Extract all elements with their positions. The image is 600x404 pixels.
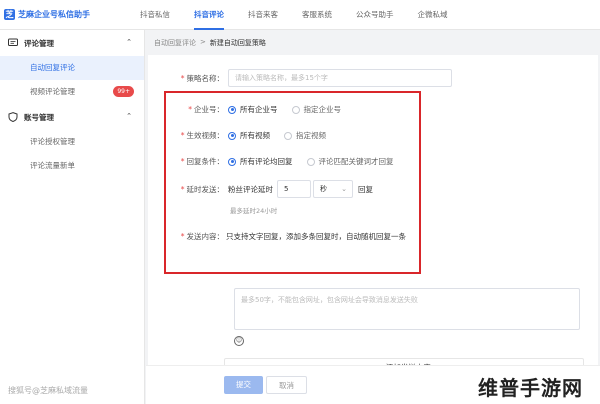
chevron-down-icon: ⌄	[341, 185, 347, 193]
sidebar-item-video-comments[interactable]: 视频评论管理 99+	[0, 80, 144, 104]
breadcrumb-parent[interactable]: 自动回复评论	[154, 38, 196, 48]
radio-checked-icon	[228, 131, 236, 140]
reply-content-textarea[interactable]: 最多50字，不能包含网址，包含网址会导致消息发送失败	[234, 288, 580, 330]
watermark-left: 搜狐号@芝麻私域流量	[8, 386, 88, 395]
count-badge: 99+	[113, 86, 134, 97]
delay-hint: 最多延时24小时	[230, 207, 278, 215]
chat-icon	[8, 38, 18, 48]
nav-item-wecom[interactable]: 企微私域	[418, 0, 448, 30]
radio-specific-accounts[interactable]: 指定企业号	[291, 104, 341, 115]
account-row: * 企业号： 所有企业号 指定企业号	[188, 104, 341, 115]
chevron-up-icon: ⌃	[126, 38, 132, 46]
sidebar-item-auto-reply[interactable]: 自动回复评论	[0, 56, 144, 80]
radio-specific-videos[interactable]: 指定视频	[284, 130, 326, 141]
nav-item-service-system[interactable]: 客服系统	[302, 0, 332, 30]
shield-icon	[8, 112, 18, 123]
delay-unit-select[interactable]: 秒 ⌄	[313, 180, 353, 198]
delay-prefix: 粉丝评论延时	[228, 184, 273, 194]
content-row: * 发送内容： 只支持文字回复，添加多条回复时，自动随机回复一条	[180, 232, 406, 241]
radio-all-accounts[interactable]: 所有企业号	[228, 104, 278, 115]
delay-row: * 延时发送： 粉丝评论延时 5 秒 ⌄ 回复	[172, 180, 373, 198]
sidebar-group-label: 账号管理	[24, 112, 54, 122]
emoji-icon[interactable]: ☺	[234, 336, 244, 346]
radio-unchecked-icon	[291, 105, 300, 114]
nav-item-douyin-comments[interactable]: 抖音评论	[194, 0, 224, 30]
sidebar-item-comment-traffic[interactable]: 评论流量新单	[0, 154, 144, 178]
form-card: * 策略名称： 请输入策略名称，最多15个字 * 企业号： 所有企业号 指定企业号 …	[148, 55, 598, 385]
sidebar-group-accounts[interactable]: 账号管理 ⌃	[0, 104, 144, 130]
radio-reply-keyword[interactable]: 评论匹配关键词才回复	[306, 156, 394, 167]
nav-item-douyin-dm[interactable]: 抖音私信	[140, 0, 170, 30]
strategy-name-input[interactable]: 请输入策略名称，最多15个字	[228, 69, 452, 87]
sidebar-item-comment-auth[interactable]: 评论授权管理	[0, 130, 144, 154]
delay-suffix: 回复	[358, 184, 373, 194]
radio-reply-all[interactable]: 所有评论均回复	[228, 156, 293, 167]
condition-row: * 回复条件： 所有评论均回复 评论匹配关键词才回复	[180, 156, 394, 167]
radio-unchecked-icon	[306, 157, 315, 166]
watermark-right: 维普手游网	[478, 376, 583, 400]
cancel-button[interactable]: 取消	[266, 376, 307, 394]
nav-item-douyin-laike[interactable]: 抖音来客	[248, 0, 278, 30]
sidebar-item-label: 视频评论管理	[30, 87, 75, 96]
radio-unchecked-icon	[284, 131, 292, 140]
main-content: 自动回复评论 > 新建自动回复策略 * 策略名称： 请输入策略名称，最多15个字 …	[146, 30, 600, 404]
sidebar-group-label: 评论管理	[24, 38, 54, 48]
breadcrumb: 自动回复评论 > 新建自动回复策略	[154, 38, 266, 48]
app-logo[interactable]: 芝 芝麻企业号私信助手	[4, 9, 90, 20]
strategy-name-row: * 策略名称： 请输入策略名称，最多15个字	[168, 69, 452, 87]
radio-checked-icon	[228, 157, 236, 166]
app-title: 芝麻企业号私信助手	[18, 10, 90, 19]
video-row: * 生效视频： 所有视频 指定视频	[180, 130, 326, 141]
delay-value-input[interactable]: 5	[277, 180, 311, 198]
breadcrumb-separator: >	[200, 38, 206, 46]
delay-label: 延时发送：	[186, 184, 225, 194]
content-label: 发送内容：	[186, 232, 225, 241]
sidebar: 评论管理 ⌃ 自动回复评论 视频评论管理 99+ 账号管理 ⌃ 评论授权管理 评…	[0, 30, 145, 404]
submit-button[interactable]: 提交	[224, 376, 263, 394]
sidebar-group-comments[interactable]: 评论管理 ⌃	[0, 30, 144, 56]
breadcrumb-current: 新建自动回复策略	[209, 39, 266, 47]
video-label: 生效视频：	[186, 131, 225, 140]
account-label: 企业号：	[194, 105, 224, 114]
nav-item-official-account[interactable]: 公众号助手	[356, 0, 394, 30]
strategy-name-label: 策略名称：	[186, 73, 225, 83]
top-nav: 抖音私信 抖音评论 抖音来客 客服系统 公众号助手 企微私域	[140, 0, 472, 30]
chevron-up-icon: ⌃	[126, 112, 132, 120]
top-bar: 芝 芝麻企业号私信助手 抖音私信 抖音评论 抖音来客 客服系统 公众号助手 企微…	[0, 0, 600, 30]
radio-all-videos[interactable]: 所有视频	[228, 130, 270, 141]
radio-checked-icon	[228, 105, 236, 114]
logo-icon: 芝	[4, 9, 15, 20]
content-note: 只支持文字回复，添加多条回复时，自动随机回复一条	[226, 232, 406, 241]
condition-label: 回复条件：	[186, 157, 225, 166]
